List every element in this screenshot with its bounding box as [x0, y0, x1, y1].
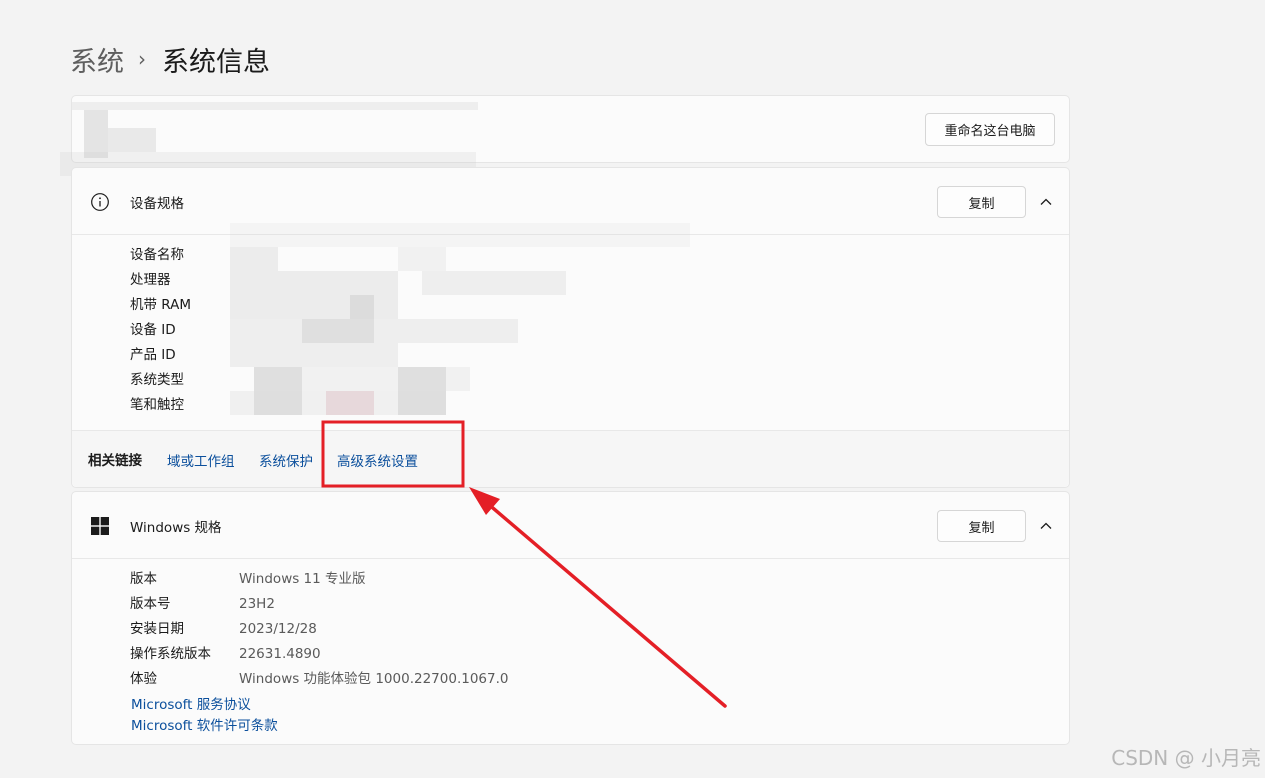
blurred-spec-values [230, 223, 700, 419]
watermark: CSDN @ 小月亮 [1111, 746, 1261, 770]
breadcrumb: 系统 › 系统信息 [70, 40, 270, 79]
breadcrumb-parent[interactable]: 系统 [70, 40, 124, 79]
chevron-right-icon: › [138, 46, 146, 71]
link-system-protection[interactable]: 系统保护 [259, 450, 313, 470]
related-links-title: 相关链接 [88, 453, 142, 469]
rename-pc-button[interactable]: 重命名这台电脑 [925, 113, 1055, 146]
link-microsoft-services-agreement[interactable]: Microsoft 服务协议 [131, 695, 251, 715]
chevron-up-icon[interactable] [1031, 187, 1061, 217]
link-advanced-system-settings[interactable]: 高级系统设置 [337, 450, 418, 470]
windows-logo-icon [90, 516, 110, 536]
device-specs-title: 设备规格 [130, 196, 184, 212]
link-microsoft-license-terms[interactable]: Microsoft 软件许可条款 [131, 716, 278, 736]
chevron-up-icon[interactable] [1031, 511, 1061, 541]
device-specs-card: 设备规格 复制 设备名称 处理器 机带 RAM 设备 ID 产品 ID 系统类型… [71, 167, 1070, 488]
windows-specs-header[interactable]: Windows 规格 复制 [72, 492, 1069, 559]
related-links-bar: 相关链接 域或工作组 系统保护 高级系统设置 [72, 430, 1069, 487]
device-name-card: 重命名这台电脑 [60, 95, 1070, 182]
windows-specs-title: Windows 规格 [130, 520, 222, 536]
info-icon [90, 192, 110, 212]
copy-windows-specs-button[interactable]: 复制 [937, 510, 1026, 542]
copy-device-specs-button[interactable]: 复制 [937, 186, 1026, 218]
page-title: 系统信息 [162, 47, 270, 78]
link-domain-workgroup[interactable]: 域或工作组 [167, 450, 235, 470]
windows-specs-card: Windows 规格 复制 版本 Windows 11 专业版 版本号 23H2… [71, 491, 1070, 745]
